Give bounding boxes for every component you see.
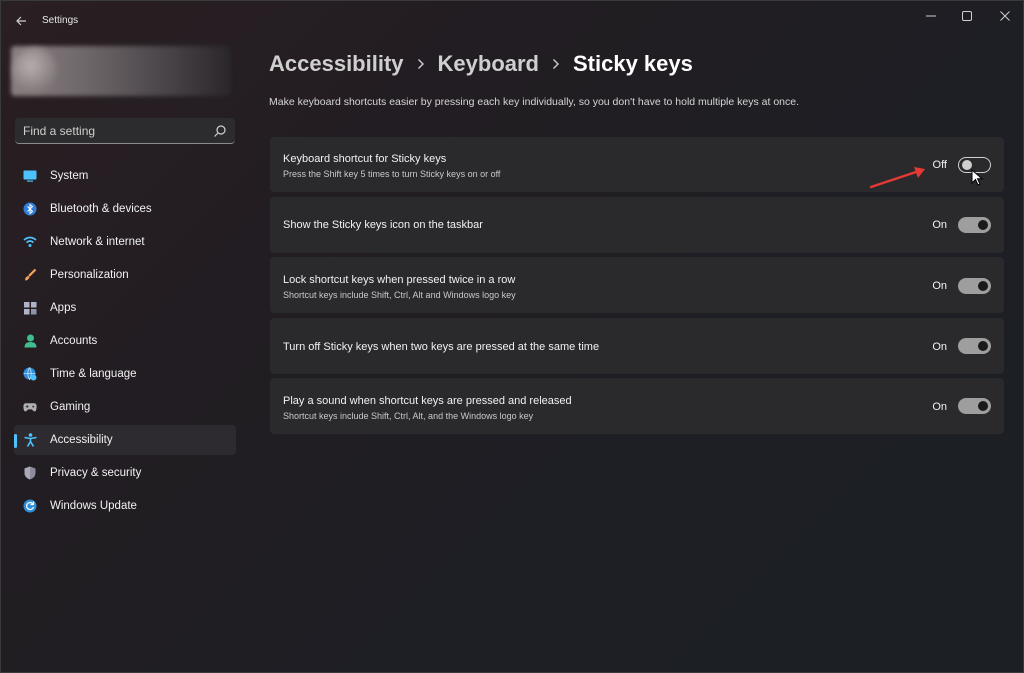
gamepad-icon	[23, 400, 37, 414]
sidebar-item-label: Personalization	[50, 269, 129, 281]
sidebar-item-label: Network & internet	[50, 236, 145, 248]
sidebar-item-label: Accessibility	[50, 434, 113, 446]
setting-subtitle: Shortcut keys include Shift, Ctrl, Alt, …	[283, 411, 534, 421]
maximize-button[interactable]	[947, 1, 987, 31]
toggle-state-label: On	[932, 280, 947, 292]
toggle-state-label: On	[932, 401, 947, 413]
sidebar-item-gaming[interactable]: Gaming	[14, 392, 236, 422]
sidebar-item-windows-update[interactable]: Windows Update	[14, 491, 236, 521]
toggle-knob	[978, 220, 988, 230]
toggle-knob	[978, 281, 988, 291]
app-title: Settings	[42, 15, 79, 26]
sidebar-item-label: Gaming	[50, 401, 91, 413]
sidebar-item-label: Time & language	[50, 368, 137, 380]
brush-icon	[23, 268, 37, 282]
setting-title: Play a sound when shortcut keys are pres…	[283, 395, 572, 407]
update-icon	[23, 499, 37, 513]
accessibility-icon	[23, 433, 37, 447]
sidebar-item-network[interactable]: Network & internet	[14, 227, 236, 257]
sidebar-item-time-language[interactable]: Time & language	[14, 359, 236, 389]
sidebar-item-label: Privacy & security	[50, 467, 142, 479]
breadcrumb: Accessibility Keyboard Sticky keys	[269, 49, 693, 79]
breadcrumb-accessibility-link[interactable]: Accessibility	[269, 51, 404, 77]
setting-title: Show the Sticky keys icon on the taskbar	[283, 219, 483, 231]
sidebar-nav: System Bluetooth & devices Network & int…	[14, 161, 236, 524]
setting-card-turn-off-two-keys: Turn off Sticky keys when two keys are p…	[270, 318, 1004, 374]
annotation-arrow-icon	[869, 167, 925, 189]
search-input[interactable]	[23, 118, 213, 143]
sidebar-item-label: Accounts	[50, 335, 98, 347]
toggle-state-label: Off	[932, 159, 947, 171]
setting-card-lock-shortcut-keys: Lock shortcut keys when pressed twice in…	[270, 257, 1004, 313]
sidebar-item-apps[interactable]: Apps	[14, 293, 236, 323]
minimize-icon	[926, 15, 936, 17]
monitor-icon	[23, 169, 37, 183]
sidebar-item-bluetooth[interactable]: Bluetooth & devices	[14, 194, 236, 224]
mouse-cursor-icon	[971, 169, 984, 186]
minimize-button[interactable]	[911, 1, 951, 31]
sidebar-item-label: Windows Update	[50, 500, 137, 512]
chevron-right-icon	[551, 57, 561, 71]
sidebar-item-privacy-security[interactable]: Privacy & security	[14, 458, 236, 488]
sidebar-item-label: Bluetooth & devices	[50, 203, 152, 215]
search-box[interactable]	[15, 118, 235, 144]
setting-title: Keyboard shortcut for Sticky keys	[283, 153, 447, 165]
setting-title: Lock shortcut keys when pressed twice in…	[283, 274, 516, 286]
sidebar-item-label: Apps	[50, 302, 77, 314]
breadcrumb-keyboard-link[interactable]: Keyboard	[438, 51, 539, 77]
sidebar-item-system[interactable]: System	[14, 161, 236, 191]
person-icon	[23, 334, 37, 348]
sidebar-item-label: System	[50, 170, 89, 182]
toggle-knob	[978, 341, 988, 351]
sidebar-item-personalization[interactable]: Personalization	[14, 260, 236, 290]
setting-title: Turn off Sticky keys when two keys are p…	[283, 341, 600, 353]
taskbar-icon-toggle[interactable]	[958, 217, 991, 233]
apps-grid-icon	[23, 301, 37, 315]
sidebar-item-accessibility[interactable]: Accessibility	[14, 425, 236, 455]
back-button[interactable]	[9, 9, 33, 33]
back-arrow-icon	[16, 16, 26, 26]
toggle-state-label: On	[932, 219, 947, 231]
settings-window: Settings System B	[0, 0, 1024, 673]
globe-clock-icon	[23, 367, 37, 381]
setting-subtitle: Press the Shift key 5 times to turn Stic…	[283, 169, 501, 179]
setting-card-taskbar-icon: Show the Sticky keys icon on the taskbar…	[270, 197, 1004, 253]
sidebar-item-accounts[interactable]: Accounts	[14, 326, 236, 356]
toggle-knob	[978, 401, 988, 411]
page-title: Sticky keys	[573, 51, 693, 76]
bluetooth-icon	[23, 202, 37, 216]
setting-card-play-sound: Play a sound when shortcut keys are pres…	[270, 378, 1004, 434]
maximize-icon	[962, 11, 972, 21]
avatar[interactable]	[13, 48, 57, 92]
setting-subtitle: Shortcut keys include Shift, Ctrl, Alt a…	[283, 290, 516, 300]
title-bar: Settings	[1, 1, 1024, 41]
lock-shortcut-keys-toggle[interactable]	[958, 278, 991, 294]
shield-icon	[23, 466, 37, 480]
page-description: Make keyboard shortcuts easier by pressi…	[269, 96, 800, 108]
play-sound-toggle[interactable]	[958, 398, 991, 414]
search-icon[interactable]	[213, 124, 227, 138]
close-icon	[1000, 11, 1010, 21]
turn-off-two-keys-toggle[interactable]	[958, 338, 991, 354]
close-button[interactable]	[985, 1, 1024, 31]
wifi-icon	[23, 235, 37, 249]
chevron-right-icon	[416, 57, 426, 71]
toggle-state-label: On	[932, 341, 947, 353]
